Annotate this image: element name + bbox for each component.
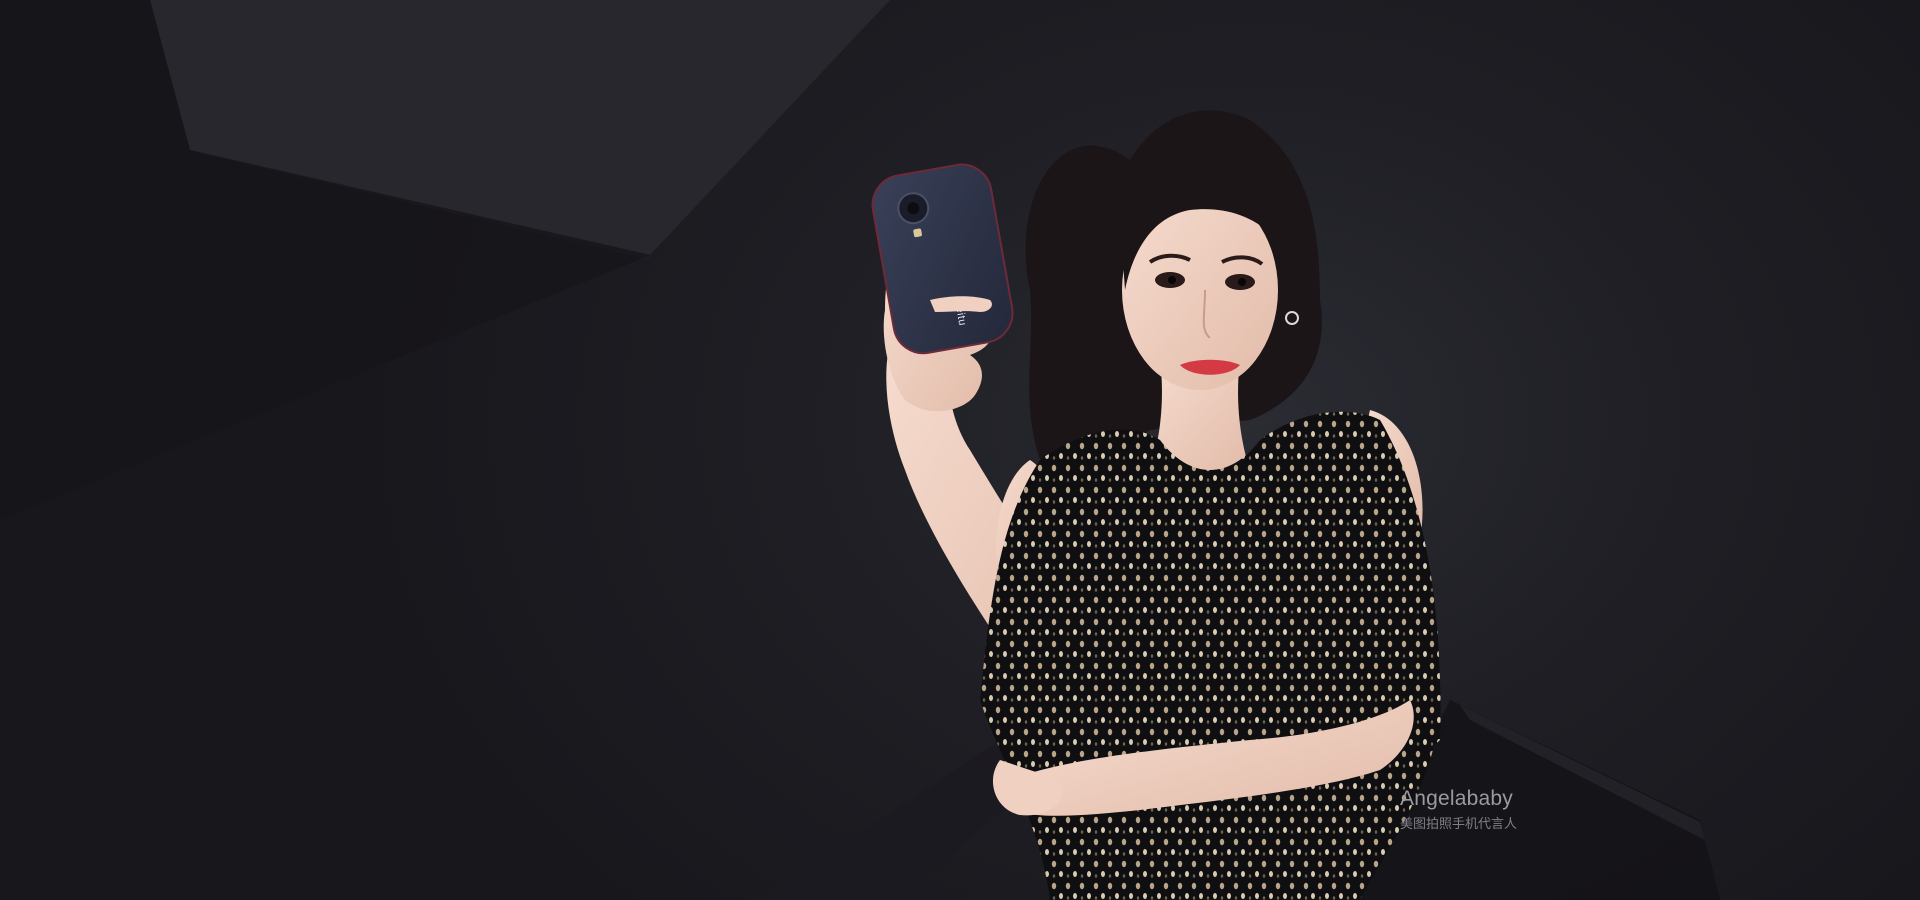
- spokesperson-name: Angelababy: [1400, 787, 1513, 810]
- flash-icon: [913, 228, 922, 238]
- spokesperson-tagline: 美图拍照手机代言人: [1400, 817, 1518, 832]
- spokesperson-caption: Angelababy 美图拍照手机代言人: [1400, 786, 1517, 834]
- model-illustration: meitu: [0, 0, 1920, 900]
- hero-banner: meitu Angelababy 美图拍照手机代言人: [0, 0, 1920, 900]
